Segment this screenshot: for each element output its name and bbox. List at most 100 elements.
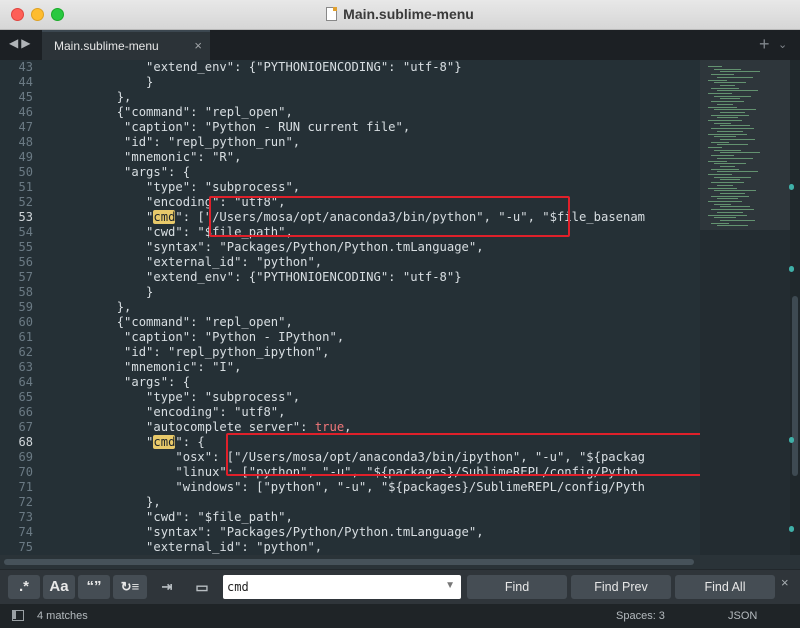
minimap-line <box>717 225 748 227</box>
code-line[interactable]: "cmd": { <box>58 435 205 450</box>
minimap-line <box>714 190 756 192</box>
new-tab-icon[interactable]: + <box>759 34 770 55</box>
code-line[interactable]: "mnemonic": "I", <box>58 360 241 375</box>
code-line[interactable]: {"command": "repl_open", <box>58 315 293 330</box>
minimap-line <box>720 165 735 167</box>
line-number: 47 <box>18 120 33 134</box>
code-line[interactable]: "external_id": "python", <box>58 540 322 555</box>
line-number: 53 <box>18 210 33 224</box>
code-line[interactable]: }, <box>58 90 132 105</box>
code-line[interactable]: "args": { <box>58 165 190 180</box>
line-number: 52 <box>18 195 33 209</box>
tab-main-sublime-menu[interactable]: Main.sublime-menu × <box>42 30 210 60</box>
status-indentation[interactable]: Spaces: 3 <box>616 610 665 622</box>
code-line[interactable]: "mnemonic": "R", <box>58 150 241 165</box>
minimap-line <box>711 141 729 143</box>
in-selection-toggle-button[interactable]: ⇥ <box>151 575 183 599</box>
minimap-line <box>708 93 732 94</box>
window-title: Main.sublime-menu <box>0 6 800 22</box>
close-find-panel-icon[interactable]: × <box>781 575 789 590</box>
minimap-line <box>708 133 747 135</box>
code-line[interactable]: } <box>58 75 153 90</box>
find-input-wrapper[interactable]: ▼ <box>223 575 461 599</box>
line-number: 75 <box>18 540 33 554</box>
horizontal-scroll-thumb[interactable] <box>4 559 694 565</box>
minimap-line <box>714 136 736 138</box>
minimap-line <box>714 217 736 219</box>
tab-nav-arrows-icon[interactable]: ◀▶ <box>9 36 33 50</box>
minimap-line <box>711 128 754 130</box>
wrap-toggle-button[interactable]: ↻≡ <box>113 575 147 599</box>
line-number: 55 <box>18 240 33 254</box>
regex-toggle-button[interactable]: .* <box>8 575 40 599</box>
minimap-line <box>714 82 746 84</box>
code-line[interactable]: "caption": "Python - IPython", <box>58 330 344 345</box>
code-line[interactable]: "syntax": "Packages/Python/Python.tmLang… <box>58 240 484 255</box>
tab-close-icon[interactable]: × <box>194 38 202 53</box>
code-line[interactable]: "id": "repl_python_ipython", <box>58 345 329 360</box>
find-prev-button[interactable]: Find Prev <box>571 575 671 599</box>
code-line[interactable]: }, <box>58 495 161 510</box>
minimap-line <box>714 122 731 124</box>
minimap-line <box>720 84 735 86</box>
code-line[interactable]: "external_id": "python", <box>58 255 322 270</box>
find-history-dropdown-icon[interactable]: ▼ <box>445 580 455 591</box>
horizontal-scrollbar[interactable] <box>0 555 800 569</box>
find-button[interactable]: Find <box>467 575 567 599</box>
vertical-scrollbar[interactable] <box>790 60 800 555</box>
line-number: 71 <box>18 480 33 494</box>
line-number: 63 <box>18 360 33 374</box>
minimap-line <box>717 76 753 78</box>
code-line[interactable]: "caption": "Python - RUN current file", <box>58 120 410 135</box>
minimap-line <box>717 103 733 105</box>
toggle-panel-icon[interactable] <box>12 610 24 621</box>
highlight-matches-toggle-button[interactable]: ▭ <box>186 575 218 599</box>
minimap-line <box>708 106 737 108</box>
minimap-line <box>717 171 758 173</box>
code-line[interactable]: } <box>58 285 153 300</box>
tab-list-chevron-icon[interactable]: ⌄ <box>778 38 787 51</box>
minimap-line <box>717 184 733 186</box>
code-line[interactable]: {"command": "repl_open", <box>58 105 293 120</box>
code-line[interactable]: "cwd": "$file_path", <box>58 510 293 525</box>
minimap-line <box>708 174 732 175</box>
minimap-line <box>711 222 729 224</box>
code-line[interactable]: "extend_env": {"PYTHONIOENCODING": "utf-… <box>58 270 462 285</box>
line-number: 44 <box>18 75 33 89</box>
code-line[interactable]: "type": "subprocess", <box>58 390 300 405</box>
code-line[interactable]: "encoding": "utf8", <box>58 405 285 420</box>
line-number-gutter: 43 44 45 46 47 48 49 50 51 52 53 54 55 56 57 58 59 60 61 62… <box>0 60 44 555</box>
code-line[interactable]: "type": "subprocess", <box>58 180 300 195</box>
code-line[interactable]: "extend_env": {"PYTHONIOENCODING": "utf-… <box>58 60 462 75</box>
code-line[interactable]: "args": { <box>58 375 190 390</box>
minimap-line <box>708 120 742 121</box>
whole-word-toggle-button[interactable]: “” <box>78 575 110 599</box>
vertical-scroll-thumb[interactable] <box>792 296 798 476</box>
match-marker <box>789 526 794 532</box>
code-line[interactable]: "windows": ["python", "-u", "${packages}… <box>58 480 645 495</box>
code-editor[interactable]: 43 44 45 46 47 48 49 50 51 52 53 54 55 56 57 58 59 60 61 62… <box>0 60 800 555</box>
case-sensitive-toggle-button[interactable]: Aa <box>43 575 75 599</box>
minimap-line <box>720 206 750 208</box>
minimap-line <box>711 87 739 89</box>
minimap-line <box>708 187 737 189</box>
find-all-button[interactable]: Find All <box>675 575 775 599</box>
code-area[interactable]: "extend_env": {"PYTHONIOENCODING": "utf-… <box>58 60 698 555</box>
line-number: 46 <box>18 105 33 119</box>
code-line[interactable]: }, <box>58 300 132 315</box>
keyword-true: true <box>314 420 345 434</box>
minimap-line <box>711 74 734 76</box>
find-panel: .* Aa “” ↻≡ ⇥ ▭ ▼ Find Find Prev Find Al… <box>0 569 800 604</box>
minimap[interactable] <box>700 60 790 555</box>
code-line[interactable]: "id": "repl_python_run", <box>58 135 300 150</box>
status-match-count: 4 matches <box>37 610 88 622</box>
find-input[interactable] <box>227 577 437 597</box>
line-number: 62 <box>18 345 33 359</box>
line-number: 45 <box>18 90 33 104</box>
status-syntax[interactable]: JSON <box>728 610 757 622</box>
line-number: 51 <box>18 180 33 194</box>
minimap-line <box>708 201 742 202</box>
file-icon <box>326 7 338 21</box>
code-line[interactable]: "syntax": "Packages/Python/Python.tmLang… <box>58 525 484 540</box>
tab-label: Main.sublime-menu <box>54 39 159 53</box>
